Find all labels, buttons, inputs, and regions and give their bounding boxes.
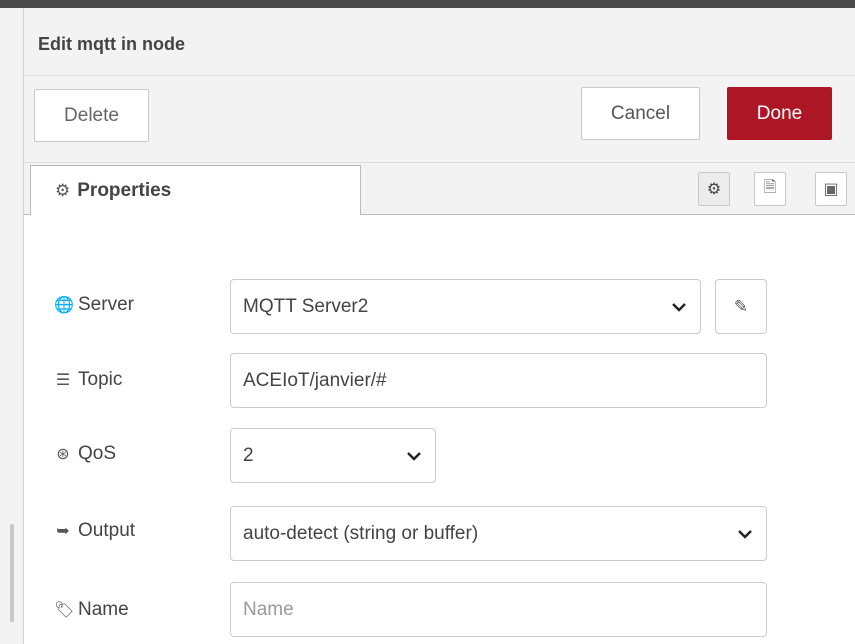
pencil-icon: ✎ (733, 296, 749, 316)
empire-icon: ⊛ (56, 446, 70, 463)
edit-tray: Edit mqtt in node Delete Cancel Done ⚙ P… (24, 8, 855, 644)
output-value: auto-detect (string or buffer) (243, 522, 479, 544)
topic-value: ACEIoT/janvier/# (243, 369, 387, 391)
done-button[interactable]: Done (727, 87, 832, 140)
output-label: ➥ Output (54, 520, 135, 542)
server-label: 🌐 Server (54, 294, 134, 316)
topic-input[interactable]: ACEIoT/janvier/# (230, 353, 767, 408)
workspace-scrollbar[interactable] (10, 524, 14, 622)
cancel-button[interactable]: Cancel (581, 87, 700, 140)
tray-title: Edit mqtt in node (38, 34, 185, 54)
topic-label: ☰ Topic (54, 369, 123, 391)
edit-server-button[interactable]: ✎ (715, 279, 767, 334)
sign-out-icon: ➥ (56, 523, 70, 540)
delete-button[interactable]: Delete (34, 89, 149, 142)
tab-properties-label: Properties (77, 179, 172, 201)
server-value: MQTT Server2 (243, 295, 369, 317)
chevron-down-icon (407, 451, 421, 461)
tray-toolbar: Delete Cancel Done (24, 76, 855, 163)
output-label-text: Output (78, 520, 136, 541)
workspace-edge (0, 8, 24, 644)
appearance-tab-icon[interactable]: ▣ (815, 172, 847, 206)
chevron-down-icon (738, 529, 752, 539)
qos-label: ⊛ QoS (54, 443, 116, 465)
settings-tab-gear-icon[interactable]: ⚙ (698, 172, 730, 206)
topic-label-text: Topic (78, 369, 123, 390)
name-label-text: Name (78, 599, 129, 620)
gear-icon: ⚙ (55, 180, 71, 200)
output-select[interactable]: auto-detect (string or buffer) (230, 506, 767, 561)
chevron-down-icon (672, 302, 686, 312)
tasks-icon: ☰ (55, 372, 71, 389)
tray-header: Edit mqtt in node (24, 8, 855, 76)
top-window-strip (0, 0, 855, 8)
server-label-text: Server (78, 294, 134, 315)
tab-bar: ⚙ Properties ⚙ 🗎 ▣ (24, 163, 855, 216)
name-label: 🏷 Name (54, 599, 129, 621)
tab-properties[interactable]: ⚙ Properties (30, 165, 361, 216)
description-tab-icon[interactable]: 🗎 (754, 172, 786, 206)
tag-icon: 🏷 (54, 602, 75, 619)
globe-icon: 🌐 (54, 297, 74, 314)
qos-label-text: QoS (78, 443, 117, 464)
name-placeholder: Name (243, 598, 294, 620)
qos-select[interactable]: 2 (230, 428, 436, 483)
server-select[interactable]: MQTT Server2 (230, 279, 701, 334)
qos-value: 2 (243, 444, 254, 466)
name-input[interactable]: Name (230, 582, 767, 637)
properties-form: 🌐 Server MQTT Server2 ✎ ☰ Topic ACEIoT/j… (24, 215, 855, 644)
